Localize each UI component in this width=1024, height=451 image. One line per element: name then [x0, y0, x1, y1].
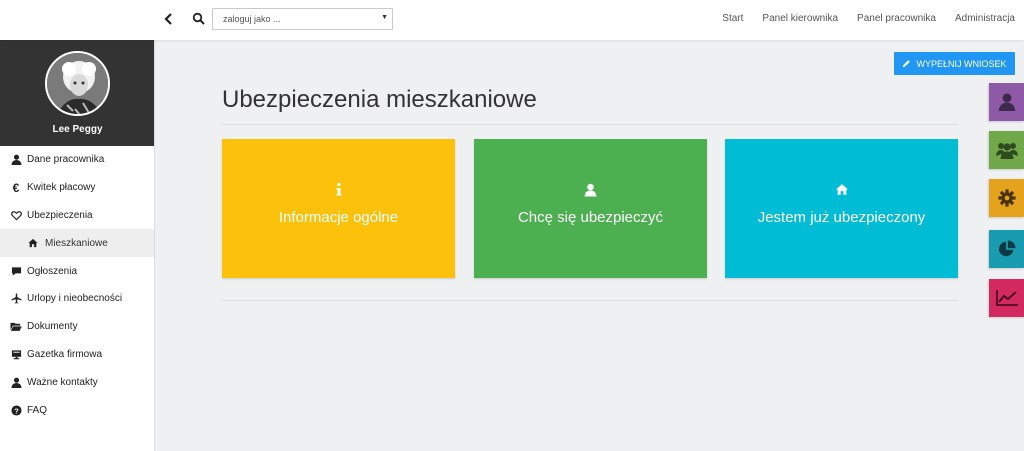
side-widget-settings[interactable]: [989, 179, 1024, 217]
line-chart-icon: [995, 290, 1018, 306]
sidebar-menu: Dane pracownika € Kwitek płacowy Ubezpie…: [0, 146, 154, 424]
title-divider: [222, 124, 958, 125]
sidebar-item-payslip[interactable]: € Kwitek płacowy: [0, 174, 154, 202]
newspaper-icon: [10, 348, 22, 360]
top-nav: Start Panel kierownika Panel pracownika …: [703, 13, 1015, 24]
login-as-placeholder: zaloguj jako ...: [223, 14, 281, 24]
sidebar-item-label: Gazetka firmowa: [27, 348, 103, 360]
tile-general-information[interactable]: Informacje ogólne: [222, 139, 455, 278]
side-widget-profile[interactable]: [989, 83, 1024, 121]
tiles-divider: [222, 300, 958, 301]
tile-label: Chcę się ubezpieczyć: [517, 209, 664, 226]
heart-icon: [10, 209, 22, 221]
side-widget-team[interactable]: [989, 131, 1024, 169]
user-icon: [998, 93, 1015, 111]
sidebar-item-label: Mieszkaniowe: [45, 237, 108, 249]
tile-label: Informacje ogólne: [278, 209, 399, 226]
sidebar-item-label: Ważne kontakty: [27, 376, 98, 388]
home-icon: [27, 237, 39, 249]
user-icon: [584, 183, 597, 197]
sidebar-item-announcements[interactable]: Ogłoszenia: [0, 257, 154, 285]
info-icon: [336, 183, 341, 196]
nav-manager-panel[interactable]: Panel kierownika: [762, 13, 838, 24]
sidebar-item-label: FAQ: [27, 404, 48, 416]
sidebar-item-faq[interactable]: ? FAQ: [0, 396, 154, 424]
login-as-select[interactable]: zaloguj jako ... ▼: [212, 8, 393, 30]
contact-icon: [10, 376, 22, 388]
sidebar-item-leaves[interactable]: Urlopy i nieobecności: [0, 285, 154, 313]
nav-administration[interactable]: Administracja: [955, 13, 1015, 24]
sidebar-item-label: Kwitek płacowy: [27, 182, 96, 194]
profile-header: Lee Peggy: [0, 40, 154, 146]
sidebar-item-documents[interactable]: Dokumenty: [0, 313, 154, 341]
sidebar-item-contacts[interactable]: Ważne kontakty: [0, 368, 154, 396]
sidebar-item-newsletter[interactable]: Gazetka firmowa: [0, 341, 154, 369]
sidebar-item-label: Dokumenty: [27, 321, 78, 333]
profile-name: Lee Peggy: [52, 124, 103, 135]
svg-text:?: ?: [14, 406, 19, 415]
nav-start[interactable]: Start: [722, 13, 743, 24]
caret-down-icon: ▼: [381, 14, 388, 21]
chevron-left-icon[interactable]: [162, 12, 176, 26]
gear-icon: [997, 189, 1016, 207]
fill-application-label: WYPEŁNIJ WNIOSEK: [916, 58, 1007, 69]
plane-icon: [10, 293, 22, 305]
user-icon: [10, 154, 22, 166]
sidebar: Lee Peggy Dane pracownika € Kwitek płaco…: [0, 40, 155, 451]
home-icon: [835, 184, 848, 195]
tile-label: Jestem już ubezpieczony: [757, 209, 926, 226]
pencil-icon: [903, 60, 911, 68]
comment-icon: [10, 265, 22, 277]
sidebar-item-label: Urlopy i nieobecności: [27, 293, 123, 305]
page-title: Ubezpieczenia mieszkaniowe: [222, 86, 537, 113]
pie-chart-icon: [998, 240, 1016, 257]
avatar[interactable]: [45, 51, 110, 116]
sidebar-item-label: Dane pracownika: [27, 154, 105, 166]
users-icon: [995, 143, 1018, 159]
question-icon: ?: [10, 404, 22, 416]
sidebar-item-insurance[interactable]: Ubezpieczenia: [0, 202, 154, 230]
sidebar-item-label: Ubezpieczenia: [27, 209, 93, 221]
sidebar-item-employee-data[interactable]: Dane pracownika: [0, 146, 154, 174]
side-widget-statistics[interactable]: [989, 279, 1024, 317]
tile-want-insurance[interactable]: Chcę się ubezpieczyć: [474, 139, 707, 278]
search-icon[interactable]: [192, 12, 206, 26]
folder-icon: [10, 321, 22, 333]
euro-icon: €: [12, 180, 20, 195]
tile-already-insured[interactable]: Jestem już ubezpieczony: [725, 139, 958, 278]
side-widget-reports[interactable]: [989, 230, 1024, 268]
top-bar: zaloguj jako ... ▼ Start Panel kierownik…: [0, 0, 1024, 40]
sidebar-item-label: Ogłoszenia: [27, 265, 78, 277]
nav-employee-panel[interactable]: Panel pracownika: [857, 13, 936, 24]
fill-application-button[interactable]: WYPEŁNIJ WNIOSEK: [894, 52, 1015, 75]
sidebar-item-housing[interactable]: Mieszkaniowe: [0, 229, 154, 258]
